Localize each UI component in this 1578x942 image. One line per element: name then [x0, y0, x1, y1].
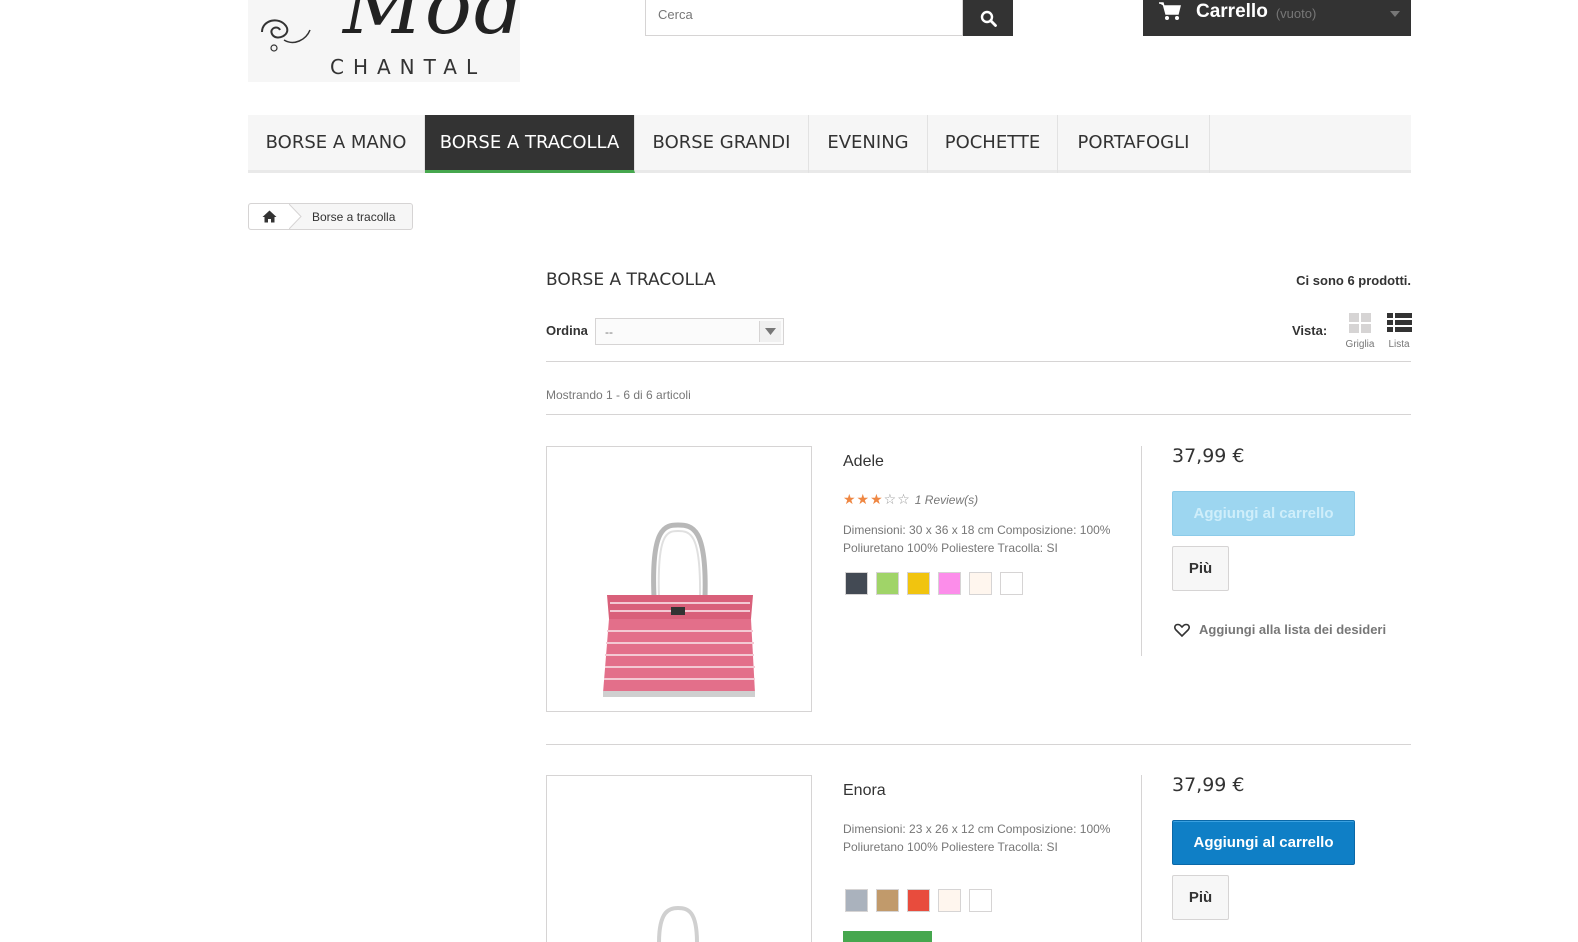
color-swatch-green[interactable] [876, 572, 899, 595]
sort-label: Ordina [546, 323, 588, 338]
menu-item-borse-a-mano[interactable]: BORSE A MANO [248, 115, 425, 173]
product-description: Dimensioni: 30 x 36 x 18 cm Composizione… [843, 523, 1111, 555]
add-to-cart-button[interactable]: Aggiungi al carrello [1172, 491, 1355, 536]
list-view-button[interactable]: Lista [1384, 313, 1414, 350]
search-input[interactable] [658, 0, 948, 28]
product-image-adele[interactable] [546, 446, 812, 712]
color-swatch-yellow[interactable] [907, 572, 930, 595]
grid-view-label: Griglia [1345, 339, 1375, 350]
product-price: 37,99 € [1172, 445, 1245, 467]
color-swatch-beige[interactable] [938, 889, 961, 912]
product-description: Dimensioni: 23 x 26 x 12 cm Composizione… [843, 822, 1111, 854]
color-swatch-pink[interactable] [938, 572, 961, 595]
shopping-cart-icon [1159, 2, 1181, 20]
add-to-wishlist-link[interactable]: Aggiungi alla lista dei desideri [1174, 622, 1386, 637]
review-count: 1 Review(s) [914, 493, 979, 507]
sort-dropdown-arrow[interactable] [759, 321, 781, 342]
logo-text: Mod [343, 0, 520, 52]
breadcrumb-home-link[interactable] [249, 204, 289, 229]
vertical-divider [1141, 446, 1142, 656]
add-to-cart-button[interactable]: Aggiungi al carrello [1172, 820, 1355, 865]
color-swatch-gray[interactable] [845, 889, 868, 912]
chevron-down-icon [765, 328, 776, 335]
menu-item-borse-a-tracolla[interactable]: BORSE A TRACOLLA [425, 115, 635, 173]
more-info-button[interactable]: Più [1172, 546, 1229, 591]
handbag-image [603, 522, 755, 697]
search-icon [980, 10, 997, 27]
divider [546, 414, 1411, 415]
color-swatch-dark-gray[interactable] [845, 572, 868, 595]
sort-selected-value: -- [605, 325, 613, 339]
wishlist-label: Aggiungi alla lista dei desideri [1199, 622, 1387, 637]
category-title: BORSE A TRACOLLA [546, 270, 716, 290]
more-info-button[interactable]: Più [1172, 875, 1229, 920]
list-icon [1386, 313, 1412, 332]
color-swatch-white[interactable] [1000, 572, 1023, 595]
menu-item-portafogli[interactable]: PORTAFOGLI [1058, 115, 1210, 173]
search-box [645, 0, 963, 36]
availability-badge [843, 931, 932, 942]
cart-title: Carrello [1196, 1, 1268, 22]
color-swatch-red[interactable] [907, 889, 930, 912]
site-logo[interactable]: Mod CHANTAL [248, 0, 520, 82]
heart-icon [1174, 623, 1190, 637]
grid-icon [1349, 313, 1371, 333]
product-count: Ci sono 6 prodotti. [1296, 273, 1411, 288]
home-icon [262, 210, 276, 223]
product-name[interactable]: Adele [843, 453, 884, 471]
breadcrumb-current: Borse a tracolla [312, 210, 396, 224]
vertical-divider [1141, 775, 1142, 942]
chevron-down-icon [1390, 11, 1400, 17]
main-menu: BORSE A MANO BORSE A TRACOLLA BORSE GRAN… [248, 115, 1411, 173]
sort-select[interactable]: -- [595, 318, 784, 345]
view-label: Vista: [1292, 323, 1328, 338]
breadcrumb: Borse a tracolla [248, 203, 413, 230]
product-price: 37,99 € [1172, 774, 1245, 796]
cart-status: (vuoto) [1275, 5, 1317, 21]
grid-view-button[interactable]: Griglia [1343, 313, 1377, 350]
color-swatch-white[interactable] [969, 889, 992, 912]
logo-swirl-icon [261, 19, 311, 52]
product-image-enora[interactable] [546, 775, 812, 942]
star-rating-icon: ★★★☆☆ [843, 491, 911, 507]
product-divider [546, 744, 1411, 745]
search-button[interactable] [963, 0, 1013, 36]
color-swatch-tan[interactable] [876, 889, 899, 912]
product-name[interactable]: Enora [843, 782, 886, 800]
breadcrumb-separator-icon [289, 204, 302, 229]
cart-button[interactable]: Carrello (vuoto) [1143, 0, 1411, 36]
product-rating: ★★★☆☆ 1 Review(s) [843, 491, 978, 509]
color-swatch-beige[interactable] [969, 572, 992, 595]
menu-item-evening[interactable]: EVENING [809, 115, 928, 173]
handbag-image [657, 905, 699, 942]
pagination-summary: Mostrando 1 - 6 di 6 articoli [546, 388, 691, 402]
menu-item-pochette[interactable]: POCHETTE [928, 115, 1058, 173]
menu-item-borse-grandi[interactable]: BORSE GRANDI [635, 115, 809, 173]
divider [546, 361, 1411, 362]
list-view-label: Lista [1388, 339, 1410, 350]
logo-subtitle: CHANTAL [330, 55, 487, 79]
